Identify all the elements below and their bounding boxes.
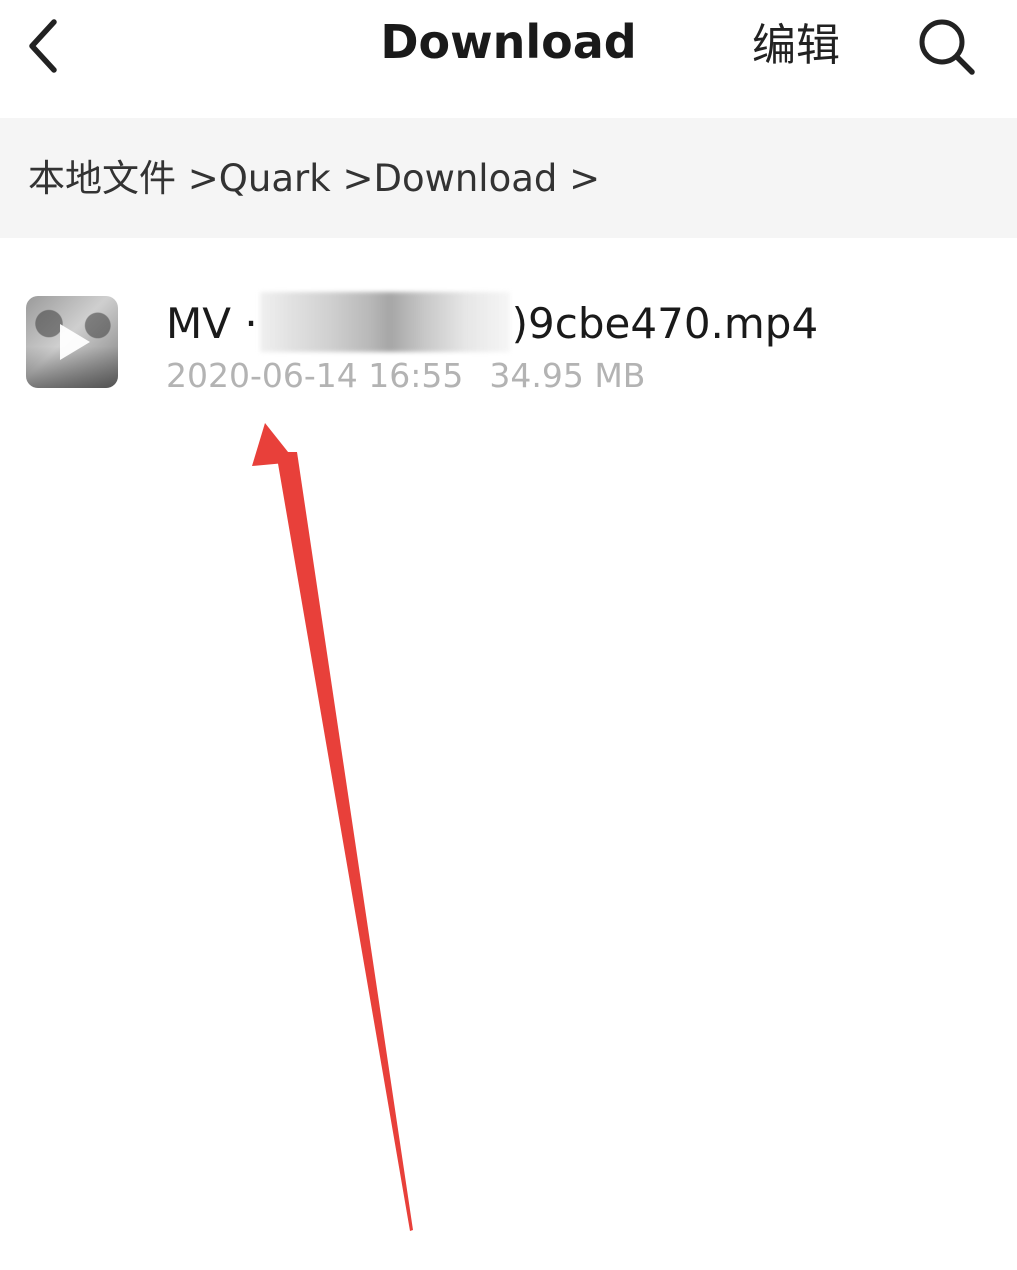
file-date: 2020-06-14 16:55: [166, 356, 464, 395]
file-name-prefix: MV ·: [166, 299, 258, 348]
back-button[interactable]: [14, 8, 74, 80]
redacted-blur: [259, 292, 510, 352]
top-bar: Download 编辑: [0, 0, 1017, 118]
arrow-shaft: [276, 452, 413, 1231]
breadcrumb-separator: >: [569, 157, 601, 200]
chevron-left-icon: [29, 19, 57, 73]
play-icon: [60, 324, 90, 360]
breadcrumb: 本地文件 >Quark >Download >: [0, 118, 1017, 238]
file-browser-page: Download 编辑 本地文件 >Quark >Download > MV ·…: [0, 0, 1017, 1270]
edit-button[interactable]: 编辑: [752, 18, 840, 74]
file-list-item[interactable]: MV · )9cbe470.mp4 2020-06-14 16:55 34.95 M…: [0, 266, 1017, 416]
breadcrumb-item-quark[interactable]: Quark: [219, 157, 331, 200]
breadcrumb-separator: >: [342, 157, 374, 200]
breadcrumb-item-local-files[interactable]: 本地文件: [28, 157, 176, 200]
breadcrumb-item-download[interactable]: Download: [373, 157, 557, 200]
file-size: 34.95 MB: [489, 356, 646, 395]
file-name-suffix: )9cbe470.mp4: [511, 299, 819, 348]
video-thumbnail-icon: [26, 296, 118, 388]
file-meta: 2020-06-14 16:55 34.95 MB: [166, 354, 645, 398]
search-button[interactable]: [912, 14, 984, 78]
file-name: MV · )9cbe470.mp4: [166, 292, 818, 352]
page-title: Download: [380, 15, 637, 69]
breadcrumb-separator: >: [187, 157, 219, 200]
arrow-head: [252, 423, 296, 466]
breadcrumb-row: 本地文件 >Quark >Download >: [28, 154, 600, 204]
search-icon: [919, 19, 975, 75]
